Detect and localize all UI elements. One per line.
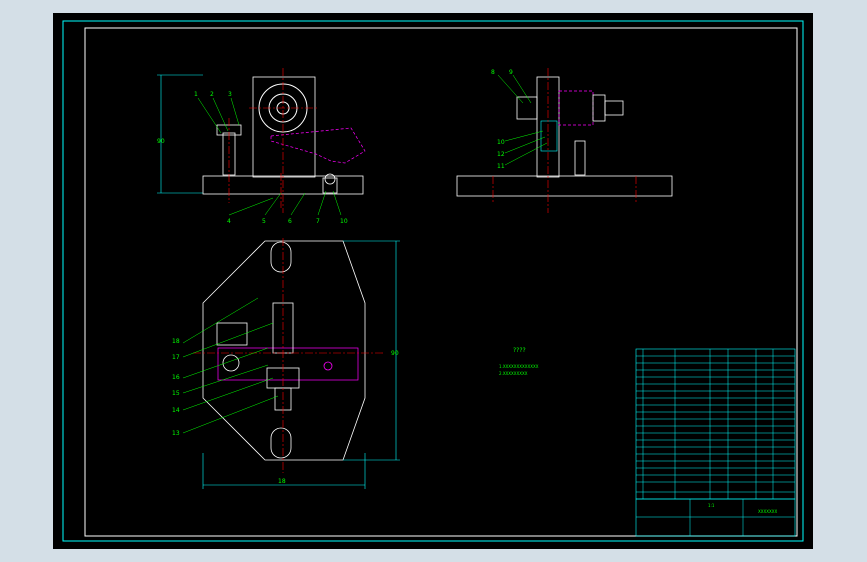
inner-frame (84, 27, 798, 537)
front-label-10: 10 (340, 218, 348, 225)
note-line-2: 2.XXXXXXXXX (499, 371, 528, 376)
dim-label-right: 90 (391, 350, 399, 357)
front-label-7: 7 (316, 218, 320, 225)
side-label-10: 10 (497, 139, 505, 146)
parts-list: XXXXXXX 1:1 (635, 348, 796, 537)
outer-frame (62, 20, 804, 542)
note-title: ???? (513, 347, 526, 354)
side-label-12: 12 (497, 151, 505, 158)
top-label-14: 14 (172, 407, 180, 414)
title-block-scale: 1:1 (708, 503, 715, 508)
top-label-16: 16 (172, 374, 180, 381)
side-label-8: 8 (491, 69, 495, 76)
front-label-5: 5 (262, 218, 266, 225)
front-label-1: 1 (194, 91, 198, 98)
front-label-3: 3 (228, 91, 232, 98)
note-line-1: 1.XXXXXXXXXXXXX (499, 364, 539, 369)
front-label-4: 4 (227, 218, 231, 225)
side-label-11: 11 (497, 163, 505, 170)
side-label-9: 9 (509, 69, 513, 76)
top-label-18: 18 (172, 338, 180, 345)
front-label-6: 6 (288, 218, 292, 225)
side-view: 8 9 10 12 11 (456, 68, 673, 213)
cad-viewport[interactable]: 90 1 2 3 4 5 6 7 10 8 9 10 12 11 18 90 1… (53, 13, 813, 549)
top-label-13: 13 (172, 430, 180, 437)
dim-label-bottom: 18 (278, 478, 286, 485)
top-label-15: 15 (172, 390, 180, 397)
front-view: 90 1 2 3 4 5 6 7 10 (157, 68, 366, 225)
top-label-17: 17 (172, 354, 180, 361)
dim-label-front: 90 (157, 138, 165, 145)
front-label-2: 2 (210, 91, 214, 98)
top-view: 18 90 18 17 16 15 14 13 (172, 238, 400, 489)
title-block-name: XXXXXXX (758, 509, 777, 514)
cad-drawing: 90 1 2 3 4 5 6 7 10 8 9 10 12 11 18 90 1… (62, 20, 804, 542)
